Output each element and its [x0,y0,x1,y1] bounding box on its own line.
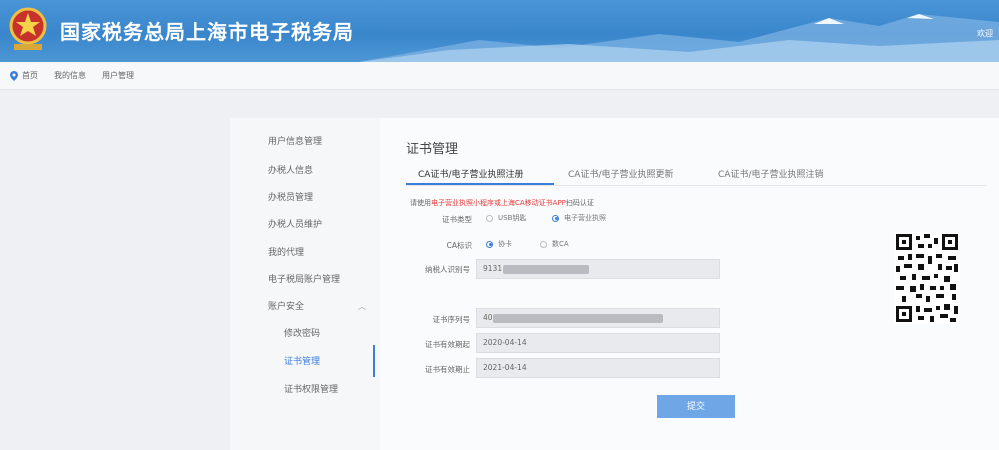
cert-serial-field[interactable]: 40 [476,308,720,328]
sidebar-active-indicator [373,345,375,377]
valid-from-value: 2020-04-14 [483,338,527,347]
breadcrumb-my-info[interactable]: 我的信息 [54,70,86,81]
tab-bar: CA证书/电子营业执照注册 CA证书/电子营业执照更新 CA证书/电子营业执照注… [406,162,986,186]
radio-unchecked-icon [540,240,547,248]
taxpayer-id-value: 9131 [483,264,503,273]
cert-type-usb-radio[interactable]: USB钥匙 [486,213,526,223]
cert-type-elicense-radio[interactable]: 电子营业执照 [552,213,606,223]
radio-label: USB钥匙 [498,214,527,222]
sidebar-item-cert-management[interactable]: 证书管理 [284,354,320,367]
sidebar-item-taxpayer-info[interactable]: 办税人信息 [268,163,313,176]
page-title: 证书管理 [406,142,459,157]
radio-label: 协卡 [498,240,512,248]
header-corner-text[interactable]: 欢迎 [977,28,993,39]
radio-checked-icon [552,214,559,222]
cert-serial-label: 证书序列号 [432,315,471,324]
sidebar-item-my-agent[interactable]: 我的代理 [268,245,304,258]
sidebar-item-cert-permission[interactable]: 证书权限管理 [284,382,338,395]
ca-xieka-radio[interactable]: 协卡 [486,239,512,249]
cert-serial-value: 40 [483,313,493,322]
sidebar-item-tax-staff-maintenance[interactable]: 办税人员维护 [268,217,322,230]
redacted-block [493,314,663,323]
redacted-block [503,265,589,274]
qr-code-icon[interactable] [894,232,960,324]
submit-button[interactable]: 提交 [657,395,735,418]
valid-to-label: 证书有效期止 [425,365,470,374]
breadcrumb: 首页 我的信息 用户管理 [0,62,999,90]
notice-prefix: 请使用 [410,199,431,207]
radio-checked-icon [486,240,493,248]
sidebar-nav: 用户信息管理 办税人信息 办税员管理 办税人员维护 我的代理 电子税局账户管理 … [230,118,380,450]
breadcrumb-user-management[interactable]: 用户管理 [102,70,134,81]
breadcrumb-label: 首页 [22,71,38,80]
notice-highlight: 电子营业执照小程序或上海CA移动证书APP [431,199,566,207]
breadcrumb-label: 我的信息 [54,71,86,80]
sidebar-item-change-password[interactable]: 修改密码 [284,326,320,339]
taxpayer-id-field[interactable]: 9131 [476,259,720,279]
valid-to-field[interactable]: 2021-04-14 [476,358,720,378]
breadcrumb-label: 用户管理 [102,71,134,80]
valid-to-value: 2021-04-14 [483,363,527,372]
cert-type-label: 证书类型 [442,215,472,224]
site-header: 国家税务总局上海市电子税务局 欢迎 [0,0,999,62]
header-mountain-banner [359,14,999,62]
location-pin-icon [10,70,18,81]
sidebar-item-etax-account[interactable]: 电子税局账户管理 [268,272,340,285]
sidebar-item-user-info[interactable]: 用户信息管理 [268,134,322,147]
ca-label: CA标识 [446,241,472,250]
valid-from-label: 证书有效期起 [425,340,470,349]
ca-shuca-radio[interactable]: 数CA [540,239,569,249]
notice-suffix: 扫码认证 [565,199,594,207]
breadcrumb-home[interactable]: 首页 [10,70,38,81]
tax-emblem-icon [9,7,47,50]
valid-from-field[interactable]: 2020-04-14 [476,333,720,353]
chevron-up-icon[interactable]: ︿ [358,301,366,312]
tab-active-underline [406,183,554,185]
radio-unchecked-icon [486,214,493,222]
sidebar-item-tax-officer-management[interactable]: 办税员管理 [268,190,313,203]
radio-label: 电子营业执照 [564,214,606,222]
scan-notice: 请使用电子营业执照小程序或上海CA移动证书APP扫码认证 [410,198,594,208]
site-title: 国家税务总局上海市电子税务局 [60,20,354,44]
tab-renew[interactable]: CA证书/电子营业执照更新 [568,167,673,180]
tab-cancel[interactable]: CA证书/电子营业执照注销 [718,167,823,180]
sidebar-item-account-security[interactable]: 账户安全 [268,299,304,312]
radio-label: 数CA [552,240,569,248]
taxpayer-id-label: 纳税人识别号 [425,265,470,274]
tab-register[interactable]: CA证书/电子营业执照注册 [418,167,523,180]
